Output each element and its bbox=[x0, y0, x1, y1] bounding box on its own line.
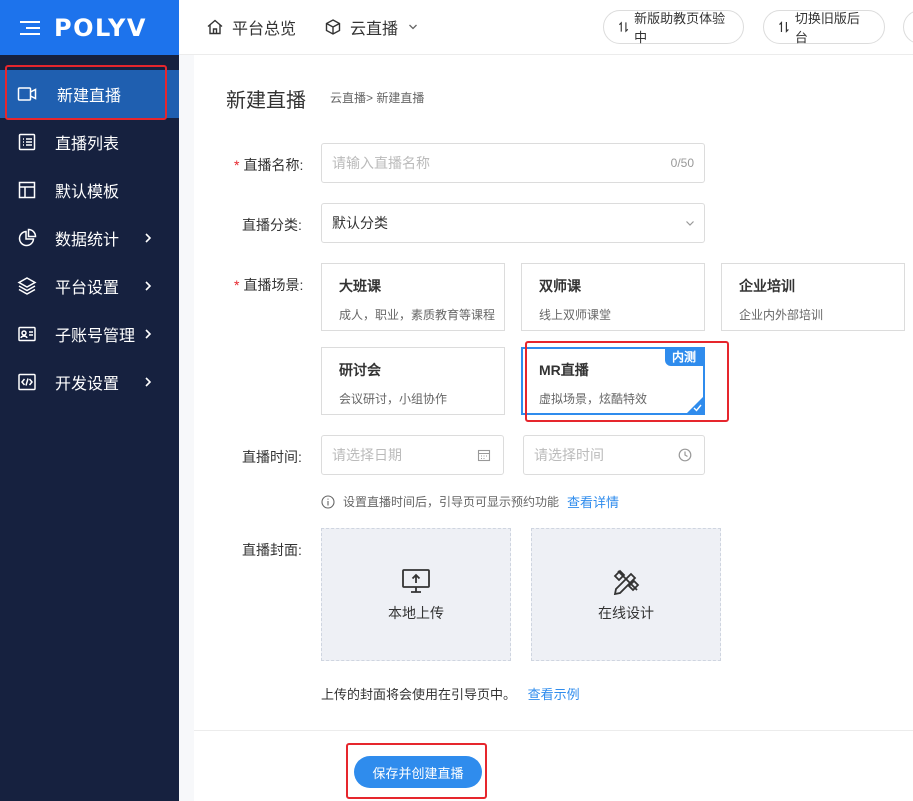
local-upload-button[interactable]: 本地上传 bbox=[321, 528, 511, 661]
new-version-button[interactable]: 新版助教页体验中 bbox=[603, 10, 744, 45]
sidebar-nav: 新建直播 直播列表 默认模板 数据统计 平台设置 子账号管理 开发设置 bbox=[0, 55, 179, 406]
switch-old-version-label: 切换旧版后台 bbox=[794, 11, 860, 45]
video-camera-icon bbox=[17, 84, 37, 104]
local-upload-label: 本地上传 bbox=[388, 604, 444, 621]
date-picker-input[interactable]: 请选择日期 bbox=[321, 435, 504, 475]
time-label: 直播时间: bbox=[242, 449, 302, 465]
view-example-link[interactable]: 查看示例 bbox=[528, 687, 580, 702]
platform-overview-link[interactable]: 平台总览 bbox=[206, 15, 296, 39]
chevron-right-icon bbox=[145, 377, 152, 387]
sidebar: POLYV 新建直播 直播列表 默认模板 数据统计 平台设置 子账号管理 开发设… bbox=[0, 0, 179, 801]
chevron-down-icon bbox=[409, 24, 417, 30]
time-placeholder: 请选择时间 bbox=[534, 447, 604, 463]
category-select[interactable]: 默认分类 bbox=[321, 203, 705, 243]
category-value: 默认分类 bbox=[332, 215, 388, 231]
layers-icon bbox=[17, 276, 37, 296]
sidebar-item-live-list[interactable]: 直播列表 bbox=[0, 118, 179, 166]
form-footer bbox=[194, 730, 913, 801]
menu-icon[interactable] bbox=[20, 20, 40, 36]
cover-note: 上传的封面将会使用在引导页中。 查看示例 bbox=[321, 684, 580, 703]
chevron-right-icon bbox=[145, 233, 152, 243]
scene-label: * 直播场景: bbox=[234, 277, 304, 293]
date-placeholder: 请选择日期 bbox=[332, 447, 402, 463]
time-hint: 设置直播时间后，引导页可显示预约功能 查看详情 bbox=[321, 492, 619, 511]
top-bar: 平台总览 云直播 新版助教页体验中 切换旧版后台 bbox=[179, 0, 913, 55]
sidebar-item-label: 默认模板 bbox=[55, 184, 120, 201]
sidebar-item-sub-accounts[interactable]: 子账号管理 bbox=[0, 310, 179, 358]
sidebar-item-label: 新建直播 bbox=[57, 88, 122, 105]
switch-old-version-button[interactable]: 切换旧版后台 bbox=[763, 10, 885, 45]
logo: POLYV bbox=[54, 13, 147, 42]
scene-card-enterprise-training[interactable]: 企业培训 企业内外部培训 bbox=[721, 263, 905, 331]
scene-desc: 线上双师课堂 bbox=[539, 308, 612, 322]
scene-title: 研讨会 bbox=[339, 362, 381, 378]
breadcrumb[interactable]: 云直播> 新建直播 bbox=[330, 89, 424, 106]
scene-title: 企业培训 bbox=[739, 278, 795, 294]
design-tools-icon bbox=[613, 569, 640, 595]
time-picker-input[interactable]: 请选择时间 bbox=[523, 435, 705, 475]
scene-card-large-class[interactable]: 大班课 成人，职业，素质教育等课程 bbox=[321, 263, 505, 331]
sidebar-item-label: 开发设置 bbox=[55, 376, 120, 393]
sidebar-item-statistics[interactable]: 数据统计 bbox=[0, 214, 179, 262]
cover-note-text: 上传的封面将会使用在引导页中。 bbox=[321, 687, 517, 702]
scene-desc: 成人，职业，素质教育等课程 bbox=[339, 308, 496, 322]
sidebar-item-label: 数据统计 bbox=[55, 232, 120, 249]
calendar-icon bbox=[477, 449, 491, 462]
sidebar-item-dev-settings[interactable]: 开发设置 bbox=[0, 358, 179, 406]
swap-arrows-icon bbox=[779, 21, 789, 33]
check-icon bbox=[693, 404, 702, 412]
view-details-link[interactable]: 查看详情 bbox=[567, 492, 619, 511]
list-icon bbox=[17, 132, 37, 152]
scene-desc: 会议研讨，小组协作 bbox=[339, 392, 448, 406]
cube-icon bbox=[325, 19, 341, 35]
cloud-live-label: 云直播 bbox=[350, 21, 399, 38]
scene-title: 双师课 bbox=[539, 278, 581, 294]
scene-title: 大班课 bbox=[339, 278, 381, 294]
platform-overview-label: 平台总览 bbox=[232, 21, 297, 38]
scene-card-seminar[interactable]: 研讨会 会议研讨，小组协作 bbox=[321, 347, 505, 415]
more-button[interactable] bbox=[903, 10, 913, 44]
name-label: * 直播名称: bbox=[234, 157, 304, 173]
id-card-icon bbox=[17, 324, 37, 344]
chevron-right-icon bbox=[145, 329, 152, 339]
home-icon bbox=[207, 19, 223, 35]
live-name-input[interactable]: 请输入直播名称 0/50 bbox=[321, 143, 705, 183]
template-layout-icon bbox=[17, 180, 37, 200]
chevron-right-icon bbox=[145, 281, 152, 291]
scene-card-mr-live[interactable]: MR直播 虚拟场景，炫酷特效 内测 bbox=[521, 347, 705, 415]
scene-desc: 企业内外部培训 bbox=[739, 308, 824, 322]
scene-card-dual-teacher[interactable]: 双师课 线上双师课堂 bbox=[521, 263, 705, 331]
online-design-button[interactable]: 在线设计 bbox=[531, 528, 721, 661]
sidebar-item-platform-settings[interactable]: 平台设置 bbox=[0, 262, 179, 310]
sidebar-item-label: 子账号管理 bbox=[55, 328, 136, 345]
cloud-live-dropdown[interactable]: 云直播 bbox=[324, 15, 426, 39]
chevron-down-icon bbox=[686, 221, 694, 226]
category-label: 直播分类: bbox=[242, 217, 302, 233]
live-name-placeholder: 请输入直播名称 bbox=[332, 155, 430, 171]
main-content: 新建直播 云直播> 新建直播 * 直播名称: 请输入直播名称 0/50 直播分类:… bbox=[179, 55, 913, 801]
monitor-upload-icon bbox=[402, 568, 430, 593]
form-panel: 新建直播 云直播> 新建直播 * 直播名称: 请输入直播名称 0/50 直播分类:… bbox=[194, 55, 913, 801]
page-title: 新建直播 bbox=[226, 90, 306, 112]
cover-label: 直播封面: bbox=[242, 542, 302, 558]
scene-desc: 虚拟场景，炫酷特效 bbox=[539, 392, 648, 406]
new-version-label: 新版助教页体验中 bbox=[634, 11, 726, 45]
name-char-counter: 0/50 bbox=[670, 156, 694, 170]
time-hint-text: 设置直播时间后，引导页可显示预约功能 bbox=[343, 495, 560, 509]
beta-badge: 内测 bbox=[664, 349, 703, 366]
sidebar-item-default-template[interactable]: 默认模板 bbox=[0, 166, 179, 214]
sidebar-item-label: 直播列表 bbox=[55, 136, 120, 153]
sidebar-item-label: 平台设置 bbox=[55, 280, 120, 297]
pie-chart-icon bbox=[17, 228, 37, 248]
online-design-label: 在线设计 bbox=[598, 604, 654, 621]
info-icon bbox=[321, 494, 335, 509]
clock-icon bbox=[678, 448, 692, 462]
brand-bar: POLYV bbox=[0, 0, 179, 55]
sidebar-item-new-live[interactable]: 新建直播 bbox=[0, 70, 179, 118]
swap-arrows-icon bbox=[619, 21, 629, 33]
code-icon bbox=[17, 372, 37, 392]
save-and-create-button[interactable]: 保存并创建直播 bbox=[354, 756, 482, 788]
